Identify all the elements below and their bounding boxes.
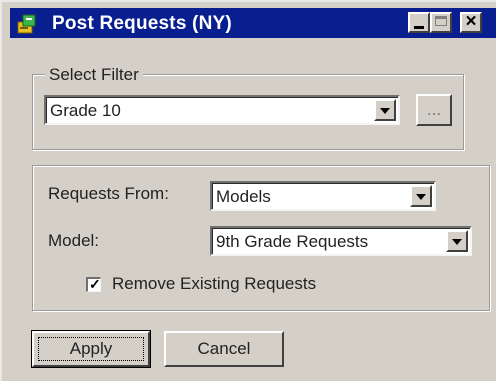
chevron-down-icon [416, 194, 426, 200]
title-bar[interactable]: Post Requests (NY) × [10, 8, 496, 38]
select-filter-legend: Select Filter [45, 65, 143, 85]
browse-filter-button[interactable]: ... [416, 94, 452, 126]
minimize-button[interactable] [408, 12, 430, 33]
close-icon: × [465, 11, 477, 32]
apply-button[interactable]: Apply [31, 330, 151, 368]
filter-dropdown-button[interactable] [374, 99, 396, 121]
maximize-button[interactable] [430, 12, 452, 33]
model-select[interactable]: 9th Grade Requests [210, 226, 472, 256]
window-title: Post Requests (NY) [52, 13, 232, 34]
cancel-button[interactable]: Cancel [164, 331, 284, 367]
remove-existing-checkbox[interactable]: ✓ [86, 276, 101, 292]
requests-from-value: Models [216, 187, 271, 206]
requests-from-label: Requests From: [48, 184, 169, 203]
minimize-icon [414, 26, 424, 29]
filter-select-value: Grade 10 [50, 101, 121, 120]
requests-from-dropdown-button[interactable] [410, 185, 432, 207]
browse-filter-label: ... [426, 100, 442, 119]
model-dropdown-button[interactable] [446, 230, 468, 252]
apply-button-label: Apply [69, 339, 113, 358]
chevron-down-icon [452, 239, 462, 245]
post-requests-dialog: Post Requests (NY) × Select Filter Grade… [0, 0, 496, 381]
close-button[interactable]: × [460, 11, 482, 33]
cancel-button-label: Cancel [197, 339, 251, 358]
filter-select[interactable]: Grade 10 [44, 95, 400, 125]
maximize-icon [435, 16, 447, 26]
model-value: 9th Grade Requests [216, 232, 369, 251]
chevron-down-icon [380, 108, 390, 114]
app-icon [17, 14, 36, 34]
model-label: Model: [48, 231, 100, 250]
remove-existing-label[interactable]: Remove Existing Requests [112, 274, 316, 294]
checkmark-icon: ✓ [89, 276, 101, 292]
requests-from-select[interactable]: Models [210, 181, 436, 211]
